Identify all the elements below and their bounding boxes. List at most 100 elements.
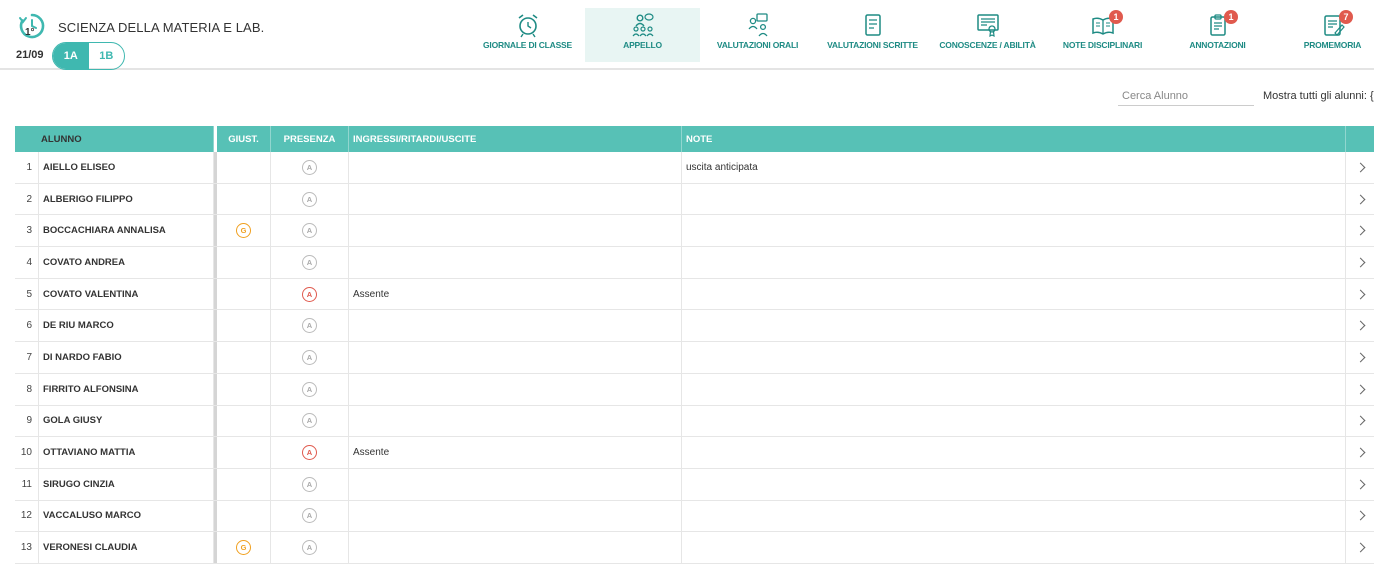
presence-toggle-icon[interactable]: A [302, 223, 317, 239]
giust-cell[interactable] [217, 183, 271, 215]
note-cell[interactable] [682, 437, 1346, 468]
giust-cell[interactable]: G [217, 215, 271, 247]
row-detail-button[interactable] [1346, 310, 1374, 341]
note-cell[interactable] [682, 532, 1346, 563]
giust-cell[interactable] [217, 342, 271, 373]
row-detail-button[interactable] [1346, 406, 1374, 437]
row-detail-button[interactable] [1346, 342, 1374, 373]
ingressi-cell[interactable]: Assente [349, 437, 682, 468]
presence-toggle-icon[interactable]: A [302, 349, 317, 365]
note-cell[interactable] [682, 310, 1346, 342]
ingressi-cell[interactable] [349, 183, 682, 215]
student-name[interactable]: COVATO VALENTINA [39, 278, 214, 310]
table-row[interactable]: 8 FIRRITO ALFONSINA A [15, 373, 1374, 406]
presence-toggle-icon[interactable]: A [302, 159, 317, 175]
note-cell[interactable] [682, 468, 1346, 500]
note-cell[interactable] [682, 405, 1346, 437]
ingressi-cell[interactable]: Assente [349, 278, 682, 310]
presence-toggle-icon[interactable]: A [302, 318, 317, 334]
nav-note-disciplinari[interactable]: 1 NOTE DISCIPLINARI [1045, 8, 1160, 62]
table-row[interactable]: 1 AIELLO ELISEO Auscita anticipata [15, 152, 1374, 184]
nav-valutazioni-scritte[interactable]: VALUTAZIONI SCRITTE [815, 8, 930, 62]
nav-promemoria[interactable]: 7 PROMEMORIA [1275, 8, 1374, 62]
giust-cell[interactable] [217, 310, 271, 342]
row-detail-button[interactable] [1346, 152, 1374, 183]
table-row[interactable]: 10 OTTAVIANO MATTIA A Assente [15, 437, 1374, 469]
note-cell[interactable] [682, 278, 1346, 310]
search-input[interactable] [1118, 86, 1254, 106]
giust-cell[interactable] [217, 500, 271, 532]
table-row[interactable]: 2 ALBERIGO FILIPPO A [15, 183, 1374, 216]
row-detail-button[interactable] [1346, 374, 1374, 405]
row-detail-button[interactable] [1346, 247, 1374, 278]
student-name[interactable]: DE RIU MARCO [39, 310, 214, 342]
giust-cell[interactable] [217, 437, 271, 468]
nav-annotazioni[interactable]: 1 ANNOTAZIONI [1160, 8, 1275, 62]
ingressi-cell[interactable] [349, 532, 682, 563]
presence-toggle-icon[interactable]: A [302, 413, 317, 429]
class-tab-1a[interactable]: 1A [53, 43, 89, 69]
student-name[interactable]: VERONESI CLAUDIA [39, 532, 214, 563]
student-name[interactable]: ALBERIGO FILIPPO [39, 183, 214, 215]
note-cell[interactable] [682, 215, 1346, 247]
row-detail-button[interactable] [1346, 215, 1374, 246]
ingressi-cell[interactable] [349, 468, 682, 500]
presence-toggle-icon[interactable]: A [302, 508, 317, 524]
giust-cell[interactable] [217, 152, 271, 183]
row-detail-button[interactable] [1346, 437, 1374, 468]
table-row[interactable]: 12 VACCALUSO MARCO A [15, 500, 1374, 533]
row-detail-button[interactable] [1346, 532, 1374, 563]
row-detail-button[interactable] [1346, 279, 1374, 310]
student-name[interactable]: BOCCACHIARA ANNALISA [39, 215, 214, 247]
show-all-toggle-label[interactable]: Mostra tutti gli alunni: { [1263, 90, 1374, 102]
giust-cell[interactable] [217, 278, 271, 310]
ingressi-cell[interactable] [349, 152, 682, 183]
nav-valutazioni-orali[interactable]: VALUTAZIONI ORALI [700, 8, 815, 62]
absent-icon[interactable]: A [302, 445, 317, 461]
student-name[interactable]: VACCALUSO MARCO [39, 500, 214, 532]
table-row[interactable]: 11 SIRUGO CINZIA A [15, 468, 1374, 501]
note-cell[interactable] [682, 500, 1346, 532]
table-row[interactable]: 4 COVATO ANDREA A [15, 247, 1374, 279]
note-cell[interactable] [682, 183, 1346, 215]
table-row[interactable]: 13 VERONESI CLAUDIA G A [15, 532, 1374, 564]
student-name[interactable]: COVATO ANDREA [39, 247, 214, 278]
nav-conoscenze-abilita[interactable]: CONOSCENZE / ABILITÀ [930, 8, 1045, 62]
ingressi-cell[interactable] [349, 215, 682, 247]
student-name[interactable]: AIELLO ELISEO [39, 152, 214, 183]
row-detail-button[interactable] [1346, 501, 1374, 532]
note-cell[interactable] [682, 373, 1346, 405]
presence-toggle-icon[interactable]: A [302, 476, 317, 492]
giust-cell[interactable] [217, 468, 271, 500]
giust-cell[interactable]: G [217, 532, 271, 563]
ingressi-cell[interactable] [349, 500, 682, 532]
table-row[interactable]: 9 GOLA GIUSY A [15, 405, 1374, 438]
table-row[interactable]: 6 DE RIU MARCO A [15, 310, 1374, 343]
nav-appello[interactable]: APPELLO [585, 8, 700, 62]
note-cell[interactable] [682, 247, 1346, 278]
student-name[interactable]: OTTAVIANO MATTIA [39, 437, 214, 468]
giust-cell[interactable] [217, 373, 271, 405]
student-name[interactable]: SIRUGO CINZIA [39, 468, 214, 500]
student-name[interactable]: GOLA GIUSY [39, 405, 214, 437]
giust-cell[interactable] [217, 405, 271, 437]
class-tab-1b[interactable]: 1B [89, 43, 125, 69]
note-cell[interactable]: uscita anticipata [682, 152, 1346, 183]
ingressi-cell[interactable] [349, 310, 682, 342]
ingressi-cell[interactable] [349, 342, 682, 373]
student-name[interactable]: DI NARDO FABIO [39, 342, 214, 373]
student-name[interactable]: FIRRITO ALFONSINA [39, 373, 214, 405]
nav-giornale-di-classe[interactable]: GIORNALE DI CLASSE [470, 8, 585, 62]
presence-toggle-icon[interactable]: A [302, 191, 317, 207]
presence-toggle-icon[interactable]: A [302, 381, 317, 397]
giust-cell[interactable] [217, 247, 271, 278]
ingressi-cell[interactable] [349, 405, 682, 437]
table-row[interactable]: 5 COVATO VALENTINA A Assente [15, 278, 1374, 311]
row-detail-button[interactable] [1346, 469, 1374, 500]
row-detail-button[interactable] [1346, 184, 1374, 215]
table-row[interactable]: 3 BOCCACHIARA ANNALISA G A [15, 215, 1374, 248]
ingressi-cell[interactable] [349, 373, 682, 405]
table-row[interactable]: 7 DI NARDO FABIO A [15, 342, 1374, 374]
giustificazione-icon[interactable]: G [236, 223, 251, 239]
absent-icon[interactable]: A [302, 286, 317, 302]
